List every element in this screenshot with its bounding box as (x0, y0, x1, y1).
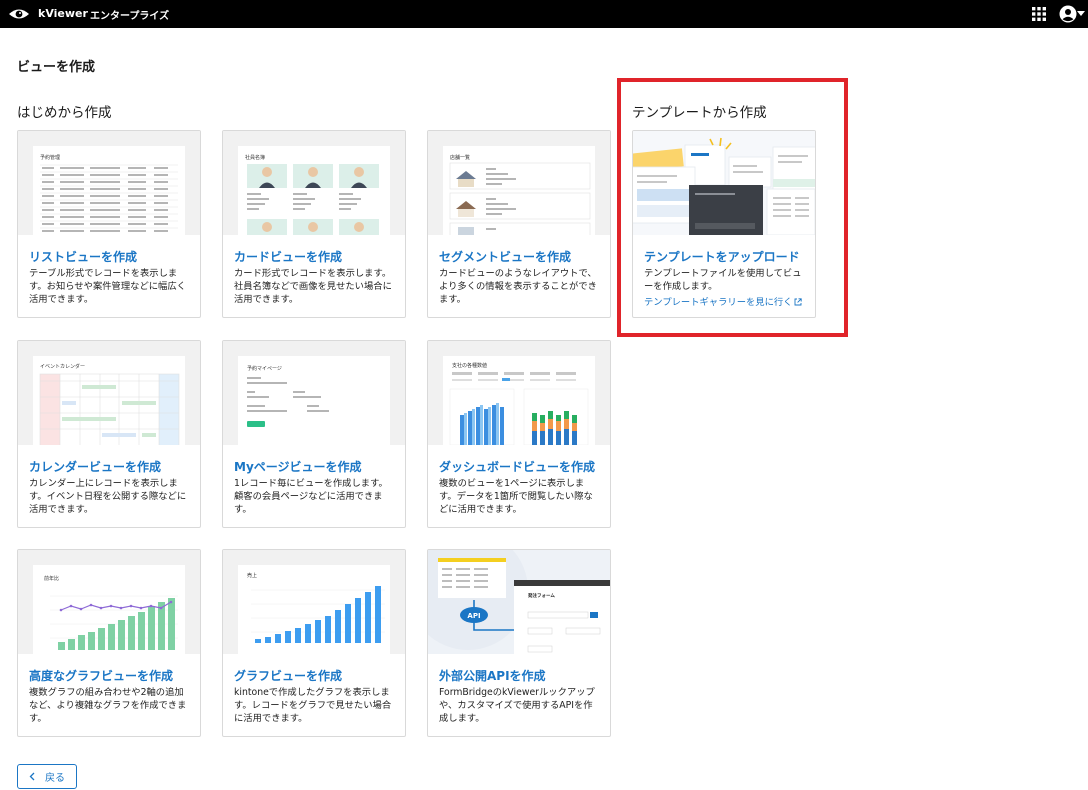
thumb-advanced-graph-label: 前年比 (44, 575, 59, 582)
card-view-card[interactable]: 社員名簿 カードビューを作成 カード形式でレコードを表示します。社員名簿などで画… (222, 130, 406, 318)
external-api-title: 外部公開APIを作成 (439, 669, 546, 683)
kviewer-logo-icon[interactable] (8, 5, 30, 23)
mypage-view-title: Myページビューを作成 (234, 460, 362, 474)
section-title-scratch: はじめから作成 (17, 105, 112, 121)
top-bar: kViewer エンタープライズ (0, 0, 1088, 28)
thumb-dashboard-label: 支社の各種数値 (452, 362, 487, 369)
segment-view-description: カードビューのようなレイアウトで、より多くの情報を表示することができます。 (439, 268, 597, 306)
thumb-api-form-label: 発注フォーム (527, 592, 555, 599)
thumb-list-label: 予約管理 (40, 154, 60, 161)
graph-view-title: グラフビューを作成 (234, 669, 343, 683)
list-view-card[interactable]: 予約管理 リストビューを作成 テーブル形式でレコードを表示します。お知らせや案件… (17, 130, 201, 318)
card-view-thumbnail: 社員名簿 (223, 131, 405, 235)
card-view-description: カード形式でレコードを表示します。社員名簿などで画像を見せたい場合に活用できます… (234, 268, 392, 306)
mypage-view-card[interactable]: 予約マイページ Myページビューを作成 1レコード毎にビューを作成します。顧客の… (222, 340, 406, 528)
advanced-graph-view-thumbnail: 前年比 (18, 550, 200, 654)
list-view-title: リストビューを作成 (29, 250, 138, 264)
calendar-view-title: カレンダービューを作成 (29, 460, 162, 474)
list-view-description: テーブル形式でレコードを表示します。お知らせや案件管理などに幅広く活用できます。 (29, 268, 186, 306)
calendar-view-card[interactable]: イベントカレンダー カレンダービューを作成 カレンダー上にレコードを表示します。… (17, 340, 201, 528)
graph-view-description: kintoneで作成したグラフを表示します。レコードをグラフで見せたい場合に活用… (234, 687, 392, 725)
external-api-description: FormBridgeのkViewerルックアップや、カスタマイズで使用するAPI… (439, 687, 595, 725)
page-title: ビューを作成 (17, 60, 96, 75)
upload-template-thumbnail (633, 131, 815, 235)
thumb-calendar-label: イベントカレンダー (40, 363, 85, 370)
mypage-view-description: 1レコード毎にビューを作成します。顧客の会員ページなどに活用できます。 (234, 478, 388, 516)
external-api-card[interactable]: API 発注フォーム 外部公開APIを作成 FormBridgeのkViewer… (427, 549, 611, 737)
dashboard-view-description: 複数のビューを1ページに表示します。データを1箇所で閲覧したい際などに活用できま… (439, 478, 593, 516)
calendar-view-description: カレンダー上にレコードを表示します。イベント日程を公開する際などに活用できます。 (29, 478, 187, 516)
user-account-icon[interactable] (1059, 5, 1077, 23)
segment-view-title: セグメントビューを作成 (439, 250, 572, 264)
dashboard-view-card[interactable]: 支社の各種数値 ダッシュボードビューを作成 複数のビューを1ページに表示します。… (427, 340, 611, 528)
caret-down-icon[interactable] (1077, 11, 1085, 17)
apps-grid-icon[interactable] (1032, 7, 1046, 21)
external-link-icon (795, 298, 803, 306)
upload-template-card[interactable]: テンプレートをアップロード テンプレートファイルを使用してビューを作成します。 … (632, 130, 816, 318)
calendar-view-thumbnail: イベントカレンダー (18, 341, 200, 445)
dashboard-view-thumbnail: 支社の各種数値 (428, 341, 610, 445)
upload-template-title: テンプレートをアップロード (644, 250, 800, 264)
template-gallery-link[interactable]: テンプレートギャラリーを見に行く (644, 294, 803, 308)
section-title-template: テンプレートから作成 (632, 105, 767, 121)
card-view-title: カードビューを作成 (234, 250, 343, 264)
thumb-segment-label: 店舗一覧 (450, 154, 470, 161)
thumb-api-label: API (467, 612, 480, 620)
chevron-left-icon (29, 772, 35, 781)
thumb-card-label: 社員名簿 (245, 154, 265, 161)
segment-view-card[interactable]: 店舗一覧 セグメントビューを作成 カードビューのようなレイアウトで、より多くの情… (427, 130, 611, 318)
template-gallery-link-text[interactable]: テンプレートギャラリーを見に行く (644, 297, 792, 308)
mypage-view-thumbnail: 予約マイページ (223, 341, 405, 445)
app-name: kViewer (38, 7, 88, 20)
graph-view-card[interactable]: 売上 グラフビューを作成 kintoneで作成したグラフを表示します。レコードを… (222, 549, 406, 737)
thumb-graph-label: 売上 (247, 572, 257, 579)
back-button[interactable]: 戻る (17, 764, 77, 789)
thumb-mypage-label: 予約マイページ (247, 365, 282, 372)
list-view-thumbnail: 予約管理 (18, 131, 200, 235)
graph-view-thumbnail: 売上 (223, 550, 405, 654)
advanced-graph-view-title: 高度なグラフビューを作成 (29, 669, 174, 683)
advanced-graph-view-description: 複数グラフの組み合わせや2軸の追加など、より複雑なグラフを作成できます。 (29, 687, 187, 725)
upload-template-description: テンプレートファイルを使用してビューを作成します。 (644, 268, 802, 293)
advanced-graph-view-card[interactable]: 前年比 高度なグラフビューを作成 複数グラフの組み合わせや2軸の追加など、より複… (17, 549, 201, 737)
external-api-thumbnail: API 発注フォーム (428, 550, 610, 654)
segment-view-thumbnail: 店舗一覧 (428, 131, 610, 235)
edition-label: エンタープライズ (90, 11, 170, 22)
dashboard-view-title: ダッシュボードビューを作成 (439, 460, 596, 474)
back-button-label: 戻る (45, 773, 65, 784)
